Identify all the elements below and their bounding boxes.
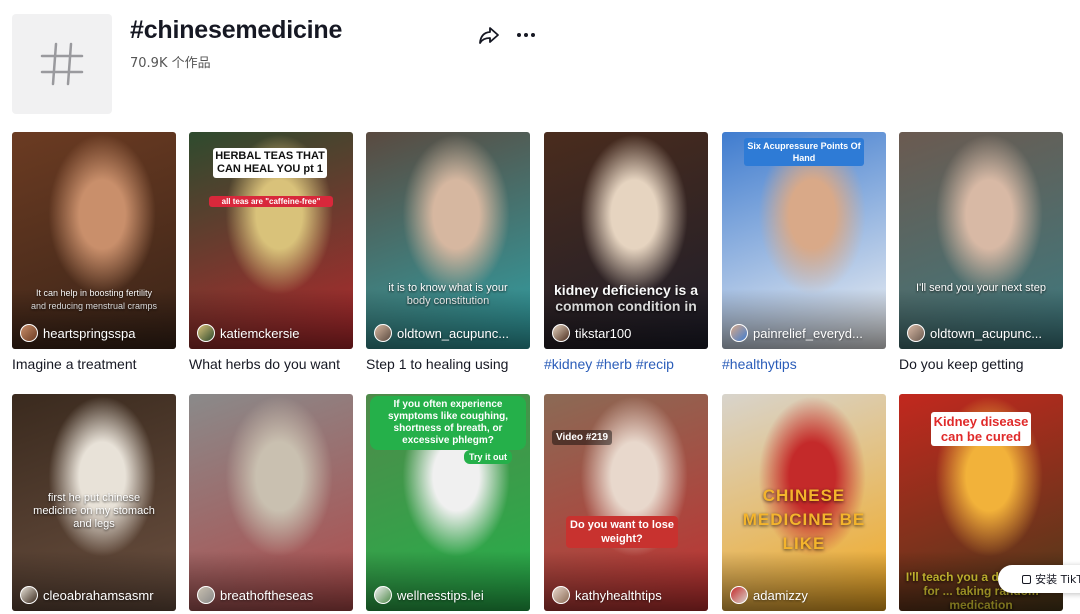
avatar — [552, 324, 570, 342]
install-app-button[interactable]: 安装 TikTo — [998, 565, 1080, 593]
avatar — [374, 586, 392, 604]
video-thumbnail[interactable]: It can help in boosting fertility and re… — [12, 132, 176, 349]
video-author[interactable]: adamizzy — [730, 586, 882, 604]
avatar — [730, 324, 748, 342]
install-label: 安装 TikTo — [1035, 573, 1080, 586]
video-card[interactable]: It can help in boosting fertility and re… — [12, 132, 176, 374]
video-card[interactable]: first he put chinese medicine on my stom… — [12, 394, 176, 611]
video-caption-secondary: Try it out — [464, 450, 512, 464]
author-username: heartspringsspa — [43, 325, 136, 341]
video-description[interactable]: #healthytips — [722, 356, 886, 374]
author-username: kathyhealthtips — [575, 587, 662, 603]
video-author[interactable]: painrelief_everyd... — [730, 324, 882, 342]
avatar — [197, 324, 215, 342]
video-card[interactable]: Six Acupressure Points Of Hand painrelief… — [722, 132, 886, 374]
video-thumbnail[interactable]: HERBAL TEAS THAT CAN HEAL YOU pt 1 all te… — [189, 132, 353, 349]
video-author[interactable]: oldtown_acupunc... — [374, 324, 526, 342]
more-icon[interactable] — [514, 26, 538, 44]
video-thumbnail[interactable]: breathoftheseas — [189, 394, 353, 611]
video-card[interactable]: HERBAL TEAS THAT CAN HEAL YOU pt 1 all te… — [189, 132, 353, 374]
page-title: #chinesemedicine — [130, 16, 343, 44]
video-description[interactable]: Do you keep getting — [899, 356, 1063, 374]
video-caption: HERBAL TEAS THAT CAN HEAL YOU pt 1 — [213, 148, 327, 178]
video-thumbnail[interactable]: Video #219 Do you want to lose weight? kat… — [544, 394, 708, 611]
video-caption: If you often experience symptoms like co… — [370, 396, 526, 450]
author-username: oldtown_acupunc... — [930, 325, 1043, 341]
video-caption-secondary: Do you want to lose weight? — [566, 516, 678, 548]
avatar — [374, 324, 392, 342]
video-thumbnail[interactable]: it is to know what is your body constitu… — [366, 132, 530, 349]
video-thumbnail[interactable]: first he put chinese medicine on my stom… — [12, 394, 176, 611]
avatar — [197, 586, 215, 604]
video-author[interactable]: oldtown_acupunc... — [907, 324, 1059, 342]
author-username: wellnesstips.lei — [397, 587, 484, 603]
video-caption-secondary: all teas are "caffeine-free" — [209, 196, 333, 207]
video-description[interactable]: Step 1 to healing using — [366, 356, 530, 374]
video-caption: CHINESE MEDICINE BE LIKE — [742, 486, 866, 553]
video-caption: first he put chinese medicine on my stom… — [33, 492, 155, 530]
avatar — [552, 586, 570, 604]
video-card[interactable]: it is to know what is your body constitu… — [366, 132, 530, 374]
video-card[interactable]: CHINESE MEDICINE BE LIKE adamizzy — [722, 394, 886, 611]
author-username: katiemckersie — [220, 325, 300, 341]
hashtag-avatar — [12, 14, 112, 114]
video-card[interactable]: If you often experience symptoms like co… — [366, 394, 530, 611]
video-author[interactable]: heartspringsspa — [20, 324, 172, 342]
author-username: cleoabrahamsasmr — [43, 587, 154, 603]
video-author[interactable]: breathoftheseas — [197, 586, 349, 604]
hashtag-header: #chinesemedicine 70.9K 个作品 — [12, 14, 612, 116]
avatar — [20, 324, 38, 342]
video-thumbnail[interactable]: CHINESE MEDICINE BE LIKE adamizzy — [722, 394, 886, 611]
video-description[interactable]: Imagine a treatment — [12, 356, 176, 374]
author-username: oldtown_acupunc... — [397, 325, 510, 341]
avatar — [730, 586, 748, 604]
video-card[interactable]: I'll send you your next step oldtown_acup… — [899, 132, 1063, 374]
video-author[interactable]: cleoabrahamsasmr — [20, 586, 172, 604]
author-username: breathoftheseas — [220, 587, 314, 603]
video-description[interactable]: #kidney #herb #recip — [544, 356, 708, 374]
video-card[interactable]: kidney deficiency is a common condition … — [544, 132, 708, 374]
video-caption: Kidney disease can be cured — [931, 412, 1031, 446]
author-username: painrelief_everyd... — [753, 325, 863, 341]
video-author[interactable]: katiemckersie — [197, 324, 349, 342]
video-author[interactable]: kathyhealthtips — [552, 586, 704, 604]
download-icon — [1022, 574, 1032, 584]
author-username: adamizzy — [753, 587, 808, 603]
video-caption: Video #219 — [552, 430, 612, 445]
video-caption: Six Acupressure Points Of Hand — [744, 138, 864, 166]
post-count: 70.9K 个作品 — [130, 56, 211, 71]
video-thumbnail[interactable]: I'll send you your next step oldtown_acup… — [899, 132, 1063, 349]
avatar — [907, 324, 925, 342]
video-description[interactable]: What herbs do you want — [189, 356, 353, 374]
share-icon[interactable] — [478, 24, 500, 46]
author-username: tikstar100 — [575, 325, 632, 341]
video-author[interactable]: wellnesstips.lei — [374, 586, 526, 604]
video-card[interactable]: Video #219 Do you want to lose weight? kat… — [544, 394, 708, 611]
hashtag-icon — [40, 42, 84, 86]
avatar — [20, 586, 38, 604]
video-thumbnail[interactable]: If you often experience symptoms like co… — [366, 394, 530, 611]
video-card[interactable]: breathoftheseas — [189, 394, 353, 611]
video-thumbnail[interactable]: Six Acupressure Points Of Hand painrelief… — [722, 132, 886, 349]
video-author[interactable]: tikstar100 — [552, 324, 704, 342]
video-thumbnail[interactable]: kidney deficiency is a common condition … — [544, 132, 708, 349]
